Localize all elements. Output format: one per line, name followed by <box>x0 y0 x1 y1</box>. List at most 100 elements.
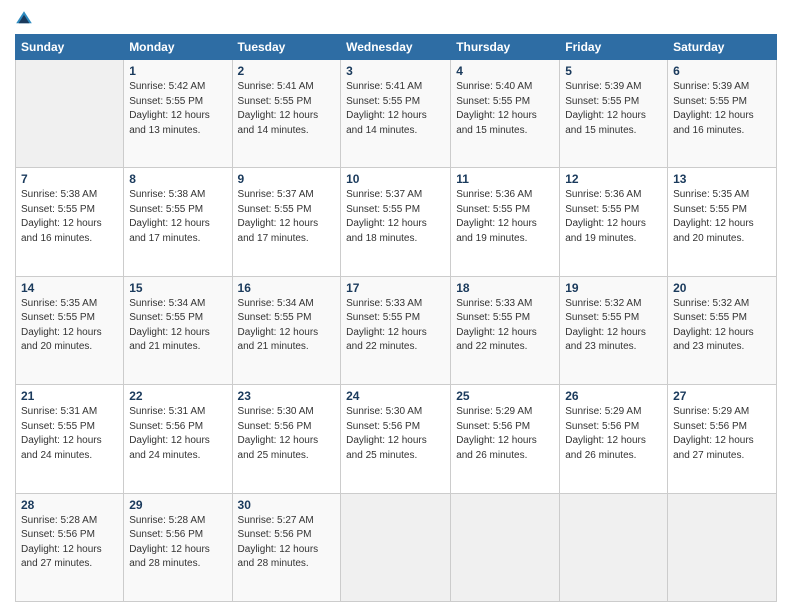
day-info: Sunrise: 5:30 AMSunset: 5:56 PMDaylight:… <box>346 405 445 463</box>
day-info: Sunrise: 5:42 AMSunset: 5:55 PMDaylight:… <box>129 80 226 138</box>
weekday-header-sunday: Sunday <box>16 35 124 60</box>
calendar-cell: 9Sunrise: 5:37 AMSunset: 5:55 PMDaylight… <box>232 168 341 276</box>
day-number: 3 <box>346 64 445 78</box>
week-row-4: 21Sunrise: 5:31 AMSunset: 5:55 PMDayligh… <box>16 385 777 493</box>
weekday-header-row: SundayMondayTuesdayWednesdayThursdayFrid… <box>16 35 777 60</box>
week-row-1: 1 Sunrise: 5:42 AMSunset: 5:55 PMDaylight… <box>16 60 777 168</box>
week-row-3: 14Sunrise: 5:35 AMSunset: 5:55 PMDayligh… <box>16 276 777 384</box>
calendar-cell: 19 Sunrise: 5:32 AMSunset: 5:55 PMDayligh… <box>560 276 668 384</box>
calendar-cell: 1 Sunrise: 5:42 AMSunset: 5:55 PMDaylight… <box>124 60 232 168</box>
weekday-header-wednesday: Wednesday <box>341 35 451 60</box>
day-info: Sunrise: 5:37 AMSunset: 5:55 PMDaylight:… <box>346 188 445 246</box>
logo <box>15 10 37 28</box>
day-info: Sunrise: 5:38 AMSunset: 5:55 PMDaylight:… <box>129 188 226 246</box>
calendar-cell: 24 Sunrise: 5:30 AMSunset: 5:56 PMDayligh… <box>341 385 451 493</box>
day-number: 28 <box>21 498 118 512</box>
day-number: 10 <box>346 172 445 186</box>
day-number: 24 <box>346 389 445 403</box>
calendar-cell: 26 Sunrise: 5:29 AMSunset: 5:56 PMDayligh… <box>560 385 668 493</box>
day-info: Sunrise: 5:32 AMSunset: 5:55 PMDaylight:… <box>673 297 771 355</box>
day-info: Sunrise: 5:41 AMSunset: 5:55 PMDaylight:… <box>238 80 336 138</box>
day-number: 2 <box>238 64 336 78</box>
day-number: 7 <box>21 172 118 186</box>
weekday-header-saturday: Saturday <box>668 35 777 60</box>
day-number: 13 <box>673 172 771 186</box>
calendar-table: SundayMondayTuesdayWednesdayThursdayFrid… <box>15 34 777 602</box>
calendar-cell: 15 Sunrise: 5:34 AMSunset: 5:55 PMDayligh… <box>124 276 232 384</box>
day-info: Sunrise: 5:39 AMSunset: 5:55 PMDaylight:… <box>673 80 771 138</box>
calendar-cell: 10 Sunrise: 5:37 AMSunset: 5:55 PMDayligh… <box>341 168 451 276</box>
day-info: Sunrise: 5:30 AMSunset: 5:56 PMDaylight:… <box>238 405 336 463</box>
calendar-cell <box>560 493 668 601</box>
day-number: 6 <box>673 64 771 78</box>
day-info: Sunrise: 5:28 AMSunset: 5:56 PMDaylight:… <box>21 514 118 572</box>
day-info: Sunrise: 5:34 AMSunset: 5:55 PMDaylight:… <box>238 297 336 355</box>
day-info: Sunrise: 5:35 AMSunset: 5:55 PMDaylight:… <box>673 188 771 246</box>
calendar-cell: 28 Sunrise: 5:28 AMSunset: 5:56 PMDayligh… <box>16 493 124 601</box>
week-row-5: 28 Sunrise: 5:28 AMSunset: 5:56 PMDayligh… <box>16 493 777 601</box>
calendar-cell <box>668 493 777 601</box>
day-number: 15 <box>129 281 226 295</box>
day-number: 17 <box>346 281 445 295</box>
weekday-header-friday: Friday <box>560 35 668 60</box>
calendar-cell <box>341 493 451 601</box>
day-info: Sunrise: 5:27 AMSunset: 5:56 PMDaylight:… <box>238 514 336 572</box>
day-info: Sunrise: 5:32 AMSunset: 5:55 PMDaylight:… <box>565 297 662 355</box>
calendar-cell: 14Sunrise: 5:35 AMSunset: 5:55 PMDayligh… <box>16 276 124 384</box>
day-number: 9 <box>238 172 336 186</box>
day-number: 26 <box>565 389 662 403</box>
day-number: 8 <box>129 172 226 186</box>
day-number: 27 <box>673 389 771 403</box>
calendar-cell: 16 Sunrise: 5:34 AMSunset: 5:55 PMDayligh… <box>232 276 341 384</box>
calendar-cell: 27Sunrise: 5:29 AMSunset: 5:56 PMDayligh… <box>668 385 777 493</box>
day-number: 22 <box>129 389 226 403</box>
day-info: Sunrise: 5:31 AMSunset: 5:55 PMDaylight:… <box>21 405 118 463</box>
page: SundayMondayTuesdayWednesdayThursdayFrid… <box>0 0 792 612</box>
weekday-header-thursday: Thursday <box>451 35 560 60</box>
calendar-cell <box>16 60 124 168</box>
day-number: 23 <box>238 389 336 403</box>
day-number: 14 <box>21 281 118 295</box>
day-number: 30 <box>238 498 336 512</box>
calendar-cell <box>451 493 560 601</box>
day-number: 4 <box>456 64 554 78</box>
week-row-2: 7 Sunrise: 5:38 AMSunset: 5:55 PMDaylight… <box>16 168 777 276</box>
day-info: Sunrise: 5:39 AMSunset: 5:55 PMDaylight:… <box>565 80 662 138</box>
day-info: Sunrise: 5:33 AMSunset: 5:55 PMDaylight:… <box>456 297 554 355</box>
day-info: Sunrise: 5:40 AMSunset: 5:55 PMDaylight:… <box>456 80 554 138</box>
day-info: Sunrise: 5:36 AMSunset: 5:55 PMDaylight:… <box>456 188 554 246</box>
header <box>15 10 777 28</box>
day-number: 18 <box>456 281 554 295</box>
weekday-header-tuesday: Tuesday <box>232 35 341 60</box>
calendar-cell: 29 Sunrise: 5:28 AMSunset: 5:56 PMDayligh… <box>124 493 232 601</box>
day-info: Sunrise: 5:31 AMSunset: 5:56 PMDaylight:… <box>129 405 226 463</box>
calendar-cell: 2 Sunrise: 5:41 AMSunset: 5:55 PMDaylight… <box>232 60 341 168</box>
day-number: 29 <box>129 498 226 512</box>
day-info: Sunrise: 5:29 AMSunset: 5:56 PMDaylight:… <box>565 405 662 463</box>
calendar-cell: 7 Sunrise: 5:38 AMSunset: 5:55 PMDaylight… <box>16 168 124 276</box>
day-number: 19 <box>565 281 662 295</box>
calendar-cell: 13 Sunrise: 5:35 AMSunset: 5:55 PMDayligh… <box>668 168 777 276</box>
day-info: Sunrise: 5:34 AMSunset: 5:55 PMDaylight:… <box>129 297 226 355</box>
day-number: 12 <box>565 172 662 186</box>
day-info: Sunrise: 5:36 AMSunset: 5:55 PMDaylight:… <box>565 188 662 246</box>
day-info: Sunrise: 5:33 AMSunset: 5:55 PMDaylight:… <box>346 297 445 355</box>
calendar-cell: 25Sunrise: 5:29 AMSunset: 5:56 PMDayligh… <box>451 385 560 493</box>
calendar-cell: 17 Sunrise: 5:33 AMSunset: 5:55 PMDayligh… <box>341 276 451 384</box>
day-number: 5 <box>565 64 662 78</box>
day-number: 16 <box>238 281 336 295</box>
calendar-cell: 11 Sunrise: 5:36 AMSunset: 5:55 PMDayligh… <box>451 168 560 276</box>
calendar-cell: 18 Sunrise: 5:33 AMSunset: 5:55 PMDayligh… <box>451 276 560 384</box>
day-info: Sunrise: 5:38 AMSunset: 5:55 PMDaylight:… <box>21 188 118 246</box>
day-number: 20 <box>673 281 771 295</box>
calendar-cell: 20 Sunrise: 5:32 AMSunset: 5:55 PMDayligh… <box>668 276 777 384</box>
day-info: Sunrise: 5:29 AMSunset: 5:56 PMDaylight:… <box>456 405 554 463</box>
calendar-cell: 30 Sunrise: 5:27 AMSunset: 5:56 PMDayligh… <box>232 493 341 601</box>
calendar-cell: 22 Sunrise: 5:31 AMSunset: 5:56 PMDayligh… <box>124 385 232 493</box>
day-info: Sunrise: 5:28 AMSunset: 5:56 PMDaylight:… <box>129 514 226 572</box>
calendar-cell: 4 Sunrise: 5:40 AMSunset: 5:55 PMDaylight… <box>451 60 560 168</box>
calendar-cell: 23 Sunrise: 5:30 AMSunset: 5:56 PMDayligh… <box>232 385 341 493</box>
day-info: Sunrise: 5:41 AMSunset: 5:55 PMDaylight:… <box>346 80 445 138</box>
day-number: 1 <box>129 64 226 78</box>
day-number: 11 <box>456 172 554 186</box>
